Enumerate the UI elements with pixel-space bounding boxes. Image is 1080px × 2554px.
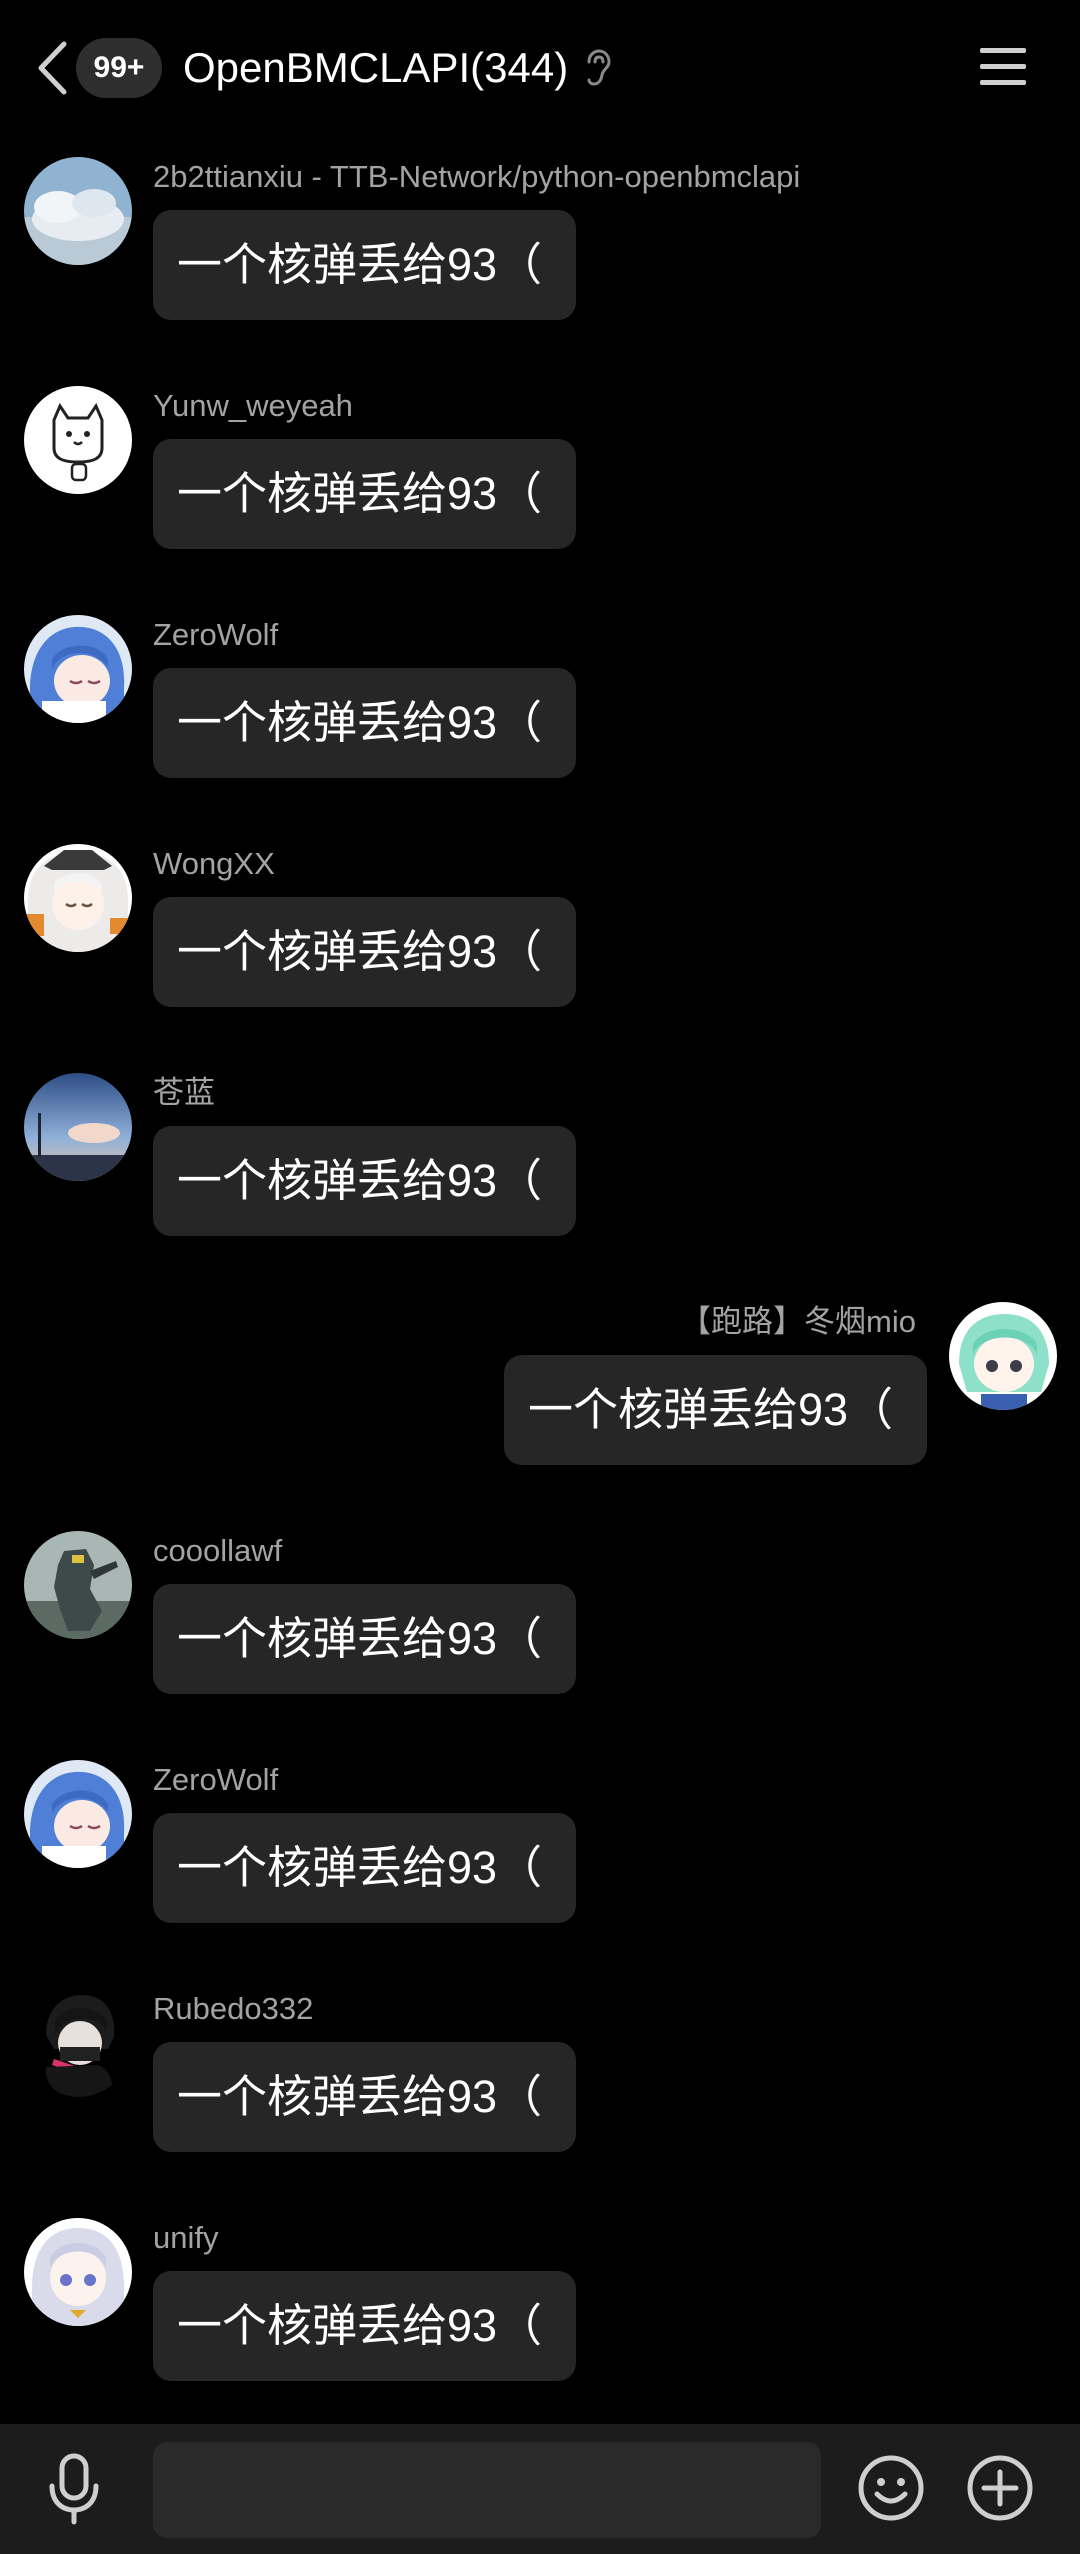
message-item: Rubedo332 一个核弹丢给93（ bbox=[0, 1989, 1080, 2199]
message-bubble[interactable]: 一个核弹丢给93（ bbox=[153, 1126, 576, 1236]
message-item: 2b2ttianxiu - TTB-Network/python-openbmc… bbox=[0, 157, 1080, 367]
sky-avatar[interactable] bbox=[24, 157, 132, 265]
message-bubble[interactable]: 一个核弹丢给93（ bbox=[153, 210, 576, 320]
back-button[interactable] bbox=[30, 36, 74, 100]
message-item-own: 【跑路】冬烟mio 一个核弹丢给93（ bbox=[0, 1302, 1080, 1512]
message-bubble[interactable]: 一个核弹丢给93（ bbox=[153, 2042, 576, 2152]
message-bubble[interactable]: 一个核弹丢给93（ bbox=[153, 1584, 576, 1694]
message-bubble[interactable]: 一个核弹丢给93（ bbox=[504, 1355, 927, 1465]
message-input-bar bbox=[0, 2424, 1080, 2554]
sender-name: Rubedo332 bbox=[153, 1991, 314, 2026]
sender-name: ZeroWolf bbox=[153, 617, 279, 652]
sender-name: cooollawf bbox=[153, 1533, 283, 1568]
chevron-left-icon bbox=[38, 41, 67, 95]
menu-icon[interactable] bbox=[978, 44, 1028, 90]
message-item: ZeroWolf 一个核弹丢给93（ bbox=[0, 1760, 1080, 1970]
sender-name: WongXX bbox=[153, 846, 275, 881]
dark-anime-avatar[interactable] bbox=[24, 1989, 132, 2097]
message-bubble[interactable]: 一个核弹丢给93（ bbox=[153, 897, 576, 1007]
message-item: WongXX 一个核弹丢给93（ bbox=[0, 844, 1080, 1054]
message-item: cooollawf 一个核弹丢给93（ bbox=[0, 1531, 1080, 1741]
anime-silver-hair-avatar[interactable] bbox=[24, 2218, 132, 2326]
message-item: ZeroWolf 一个核弹丢给93（ bbox=[0, 615, 1080, 825]
message-input[interactable] bbox=[153, 2442, 821, 2538]
anime-blue-hair-avatar[interactable] bbox=[24, 615, 132, 723]
microphone-icon[interactable] bbox=[44, 2452, 104, 2526]
ear-icon bbox=[587, 49, 611, 86]
message-item: unify 一个核弹丢给93（ bbox=[0, 2218, 1080, 2428]
message-bubble[interactable]: 一个核弹丢给93（ bbox=[153, 2271, 576, 2381]
sunset-sky-avatar[interactable] bbox=[24, 1073, 132, 1181]
sender-name: Yunw_weyeah bbox=[153, 388, 353, 423]
sender-name: ZeroWolf bbox=[153, 1762, 279, 1797]
group-title[interactable]: OpenBMCLAPI(344) bbox=[183, 38, 568, 98]
unread-count-badge[interactable]: 99+ bbox=[76, 38, 162, 98]
cat-avatar[interactable] bbox=[24, 386, 132, 494]
sender-name: 苍蓝 bbox=[153, 1075, 215, 1110]
message-item: Yunw_weyeah 一个核弹丢给93（ bbox=[0, 386, 1080, 596]
plus-icon[interactable] bbox=[966, 2454, 1034, 2522]
sender-name: 2b2ttianxiu - TTB-Network/python-openbmc… bbox=[153, 159, 801, 194]
chat-screen: 99+ OpenBMCLAPI(344) 2b2ttianxiu - TTB-N… bbox=[0, 0, 1080, 2554]
anime-white-hair-avatar[interactable] bbox=[24, 844, 132, 952]
anime-green-hair-avatar[interactable] bbox=[949, 1302, 1057, 1410]
message-bubble[interactable]: 一个核弹丢给93（ bbox=[153, 668, 576, 778]
sender-name: unify bbox=[153, 2220, 219, 2255]
emoji-icon[interactable] bbox=[857, 2454, 925, 2522]
anime-blue-hair-avatar[interactable] bbox=[24, 1760, 132, 1868]
message-bubble[interactable]: 一个核弹丢给93（ bbox=[153, 439, 576, 549]
message-bubble[interactable]: 一个核弹丢给93（ bbox=[153, 1813, 576, 1923]
chat-header: 99+ OpenBMCLAPI(344) bbox=[0, 0, 1080, 136]
sender-name: 【跑路】冬烟mio bbox=[680, 1304, 916, 1339]
message-item: 苍蓝 一个核弹丢给93（ bbox=[0, 1073, 1080, 1283]
mech-robot-avatar[interactable] bbox=[24, 1531, 132, 1639]
